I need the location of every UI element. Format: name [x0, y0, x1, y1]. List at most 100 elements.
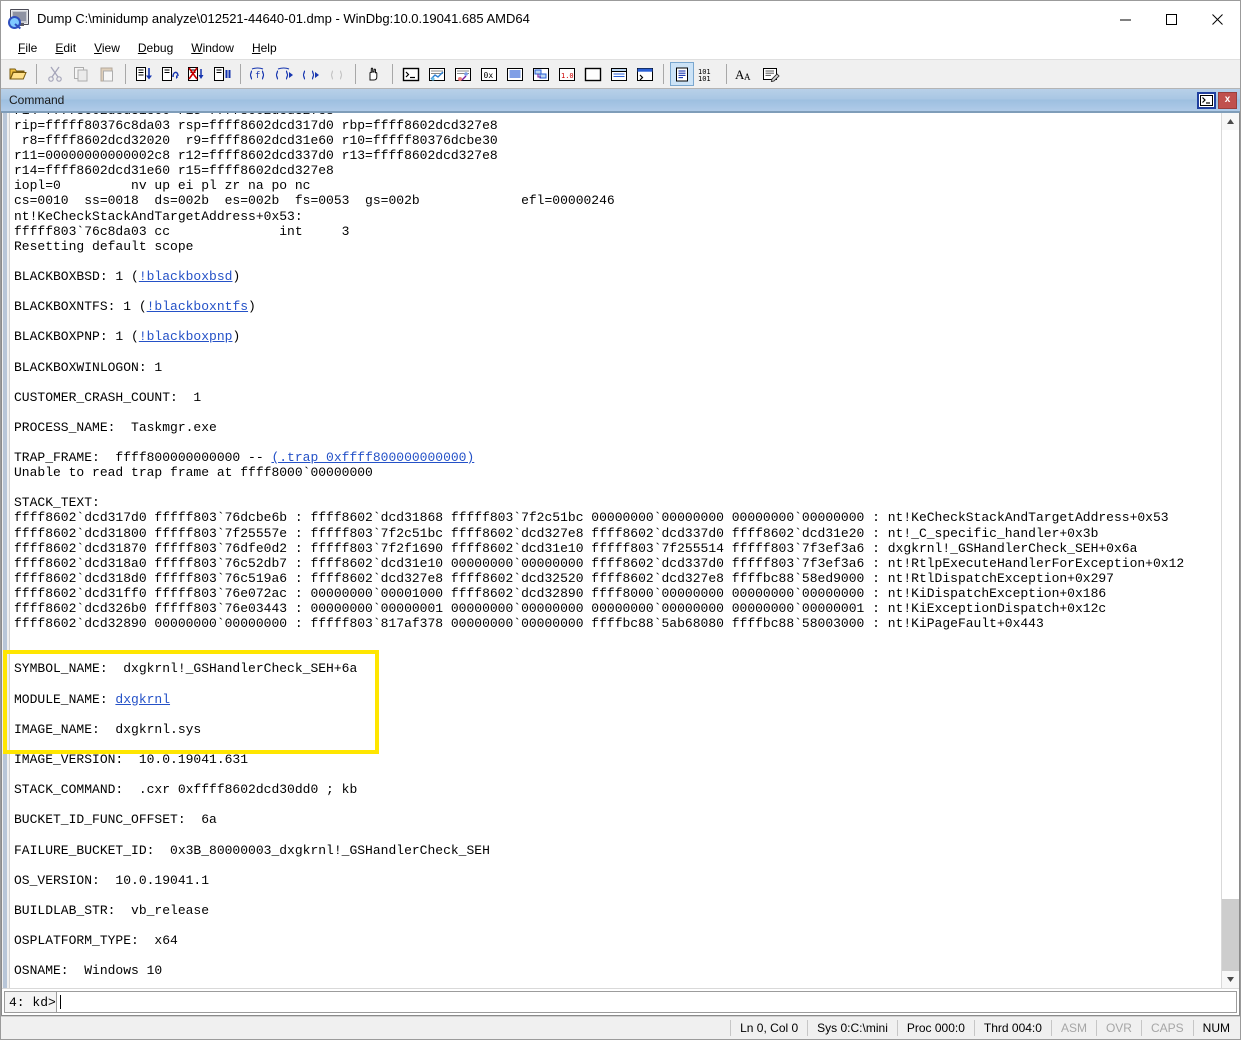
- toolbar-separator: [726, 64, 727, 84]
- menu-edit-rest: dit: [63, 41, 77, 55]
- command-output-line: [14, 254, 1221, 269]
- scroll-up-button[interactable]: [1222, 113, 1239, 130]
- brace-step-in-icon[interactable]: f: [247, 62, 271, 86]
- debugger-command-link[interactable]: !blackboxpnp: [139, 329, 233, 344]
- toolbar-separator: [240, 64, 241, 84]
- menu-debug[interactable]: Debug: [129, 38, 182, 58]
- command-output-line: BLACKBOXPNP: 1 (!blackboxpnp): [14, 329, 241, 345]
- menu-window-label: W: [191, 41, 203, 55]
- menu-bar: File Edit View Debug Window Help: [1, 37, 1240, 59]
- command-output-line: ffff8602`dcd318d0 fffff803`76c519a6 : ff…: [14, 570, 1114, 586]
- command-vertical-scrollbar[interactable]: [1221, 113, 1239, 988]
- command-window-caption[interactable]: Command x: [1, 89, 1240, 112]
- menu-window-rest: indow: [202, 41, 234, 55]
- close-panel-button[interactable]: x: [1218, 91, 1237, 109]
- window-controls: [1102, 1, 1240, 37]
- step-into-icon[interactable]: [132, 62, 156, 86]
- command-output-line: CUSTOMER_CRASH_COUNT: 1: [14, 389, 202, 405]
- locals-window-icon[interactable]: [451, 62, 475, 86]
- numbers-101-icon[interactable]: 101 101: [696, 62, 720, 86]
- command-output-line: [14, 767, 1221, 782]
- command-output-line: [14, 948, 1221, 963]
- restore-prompt-button[interactable]: [1197, 91, 1216, 109]
- command-output-line: IMAGE_VERSION: 10.0.19041.631: [14, 751, 249, 767]
- close-button[interactable]: [1194, 1, 1240, 37]
- source-window-icon[interactable]: [670, 62, 694, 86]
- call-stack-window-icon[interactable]: [529, 62, 553, 86]
- toolbar-separator: [355, 64, 356, 84]
- scrollbar-track[interactable]: [1222, 130, 1239, 971]
- svg-text:0x: 0x: [484, 71, 494, 80]
- command-output-line: MODULE_NAME: dxgkrnl: [14, 691, 171, 707]
- toolbar-separator: [663, 64, 664, 84]
- watch-window-icon[interactable]: [425, 62, 449, 86]
- menu-help[interactable]: Help: [243, 38, 286, 58]
- debugger-command-link[interactable]: !blackboxntfs: [147, 299, 248, 314]
- break-icon[interactable]: [210, 62, 234, 86]
- brace-step-out-icon[interactable]: [299, 62, 323, 86]
- status-process: Proc 000:0: [896, 1020, 974, 1036]
- command-output-line: BLACKBOXBSD: 1 (!blackboxbsd): [14, 268, 241, 284]
- window-title: Dump C:\minidump analyze\012521-44640-01…: [37, 11, 530, 26]
- command-browser-icon[interactable]: [633, 62, 657, 86]
- open-dump-icon[interactable]: [6, 62, 30, 86]
- toolbar-separator: [36, 64, 37, 84]
- command-output-line: [14, 827, 1221, 842]
- toolbar-separator: [392, 64, 393, 84]
- menu-edit[interactable]: Edit: [46, 38, 85, 58]
- command-output-text[interactable]: r14=ffff8602dcd31e60 r15=ffff8602dcd327e…: [10, 113, 1221, 988]
- toolbar: f 0x 1.0 101 101 A A: [1, 59, 1240, 89]
- options-icon[interactable]: [759, 62, 783, 86]
- command-output-line: ffff8602`dcd32890 00000000`00000000 : ff…: [14, 616, 1044, 632]
- hand-break-icon[interactable]: [362, 62, 386, 86]
- disassembly-window-icon[interactable]: 1.0: [555, 62, 579, 86]
- brace-step-over-icon[interactable]: [273, 62, 297, 86]
- menu-view-label: V: [94, 41, 102, 55]
- command-output-line: Resetting default scope: [14, 238, 194, 254]
- command-output-line: r14=ffff8602dcd31e60 r15=ffff8602dcd327e…: [14, 163, 334, 179]
- scroll-down-button[interactable]: [1222, 971, 1239, 988]
- processes-threads-icon[interactable]: [607, 62, 631, 86]
- status-thread: Thrd 004:0: [973, 1020, 1051, 1036]
- command-output-line: OSNAME: Windows 10: [14, 963, 163, 979]
- registers-window-icon[interactable]: 0x: [477, 62, 501, 86]
- command-output-line: [14, 676, 1221, 691]
- command-output-line: iopl=0 nv up ei pl zr na po nc: [14, 178, 311, 194]
- command-output-line: ffff8602`dcd31870 fffff803`76dfe0d2 : ff…: [14, 540, 1138, 556]
- command-output-line: SYMBOL_NAME: dxgkrnl!_GSHandlerCheck_SEH…: [14, 661, 358, 677]
- menu-file[interactable]: File: [9, 38, 46, 58]
- cut-icon: [43, 62, 67, 86]
- maximize-button[interactable]: [1148, 1, 1194, 37]
- command-window-icon[interactable]: [399, 62, 423, 86]
- command-output-line: [14, 631, 1221, 646]
- command-output-line: FAILURE_BUCKET_ID: 0x3B_80000003_dxgkrnl…: [14, 842, 490, 858]
- step-over-icon[interactable]: [158, 62, 182, 86]
- debugger-command-link[interactable]: (.trap 0xffff800000000000): [271, 450, 474, 465]
- svg-text:1.0: 1.0: [561, 72, 574, 80]
- debugger-command-link[interactable]: dxgkrnl: [115, 692, 170, 707]
- command-output-line: BLACKBOXWINLOGON: 1: [14, 359, 163, 375]
- command-output-line: IMAGE_NAME: dxgkrnl.sys: [14, 721, 202, 737]
- scratch-pad-icon[interactable]: [581, 62, 605, 86]
- memory-window-icon[interactable]: [503, 62, 527, 86]
- command-output-line: OSPLATFORM_TYPE: x64: [14, 933, 178, 949]
- scrollbar-thumb[interactable]: [1222, 899, 1239, 971]
- command-output-line: [14, 284, 1221, 299]
- minimize-button[interactable]: [1102, 1, 1148, 37]
- command-output-line: ffff8602`dcd318a0 fffff803`76c52db7 : ff…: [14, 555, 1185, 571]
- command-output-line: [14, 480, 1221, 495]
- menu-help-label: H: [251, 41, 261, 55]
- menu-debug-rest: ebug: [146, 41, 174, 55]
- menu-debug-label: D: [137, 41, 147, 55]
- command-output-line: ffff8602`dcd326b0 fffff803`76e03443 : 00…: [14, 601, 1107, 616]
- command-output-line: [14, 888, 1221, 903]
- status-caps: CAPS: [1140, 1020, 1193, 1036]
- debugger-command-link[interactable]: !blackboxbsd: [139, 269, 233, 284]
- stop-debugging-icon[interactable]: [184, 62, 208, 86]
- menu-view[interactable]: View: [85, 38, 129, 58]
- windbg-window: Dump C:\minidump analyze\012521-44640-01…: [0, 0, 1241, 1040]
- status-line-col: Ln 0, Col 0: [730, 1020, 807, 1036]
- menu-window[interactable]: Window: [182, 38, 243, 58]
- font-icon[interactable]: AA: [733, 62, 757, 86]
- command-input[interactable]: [56, 991, 1237, 1013]
